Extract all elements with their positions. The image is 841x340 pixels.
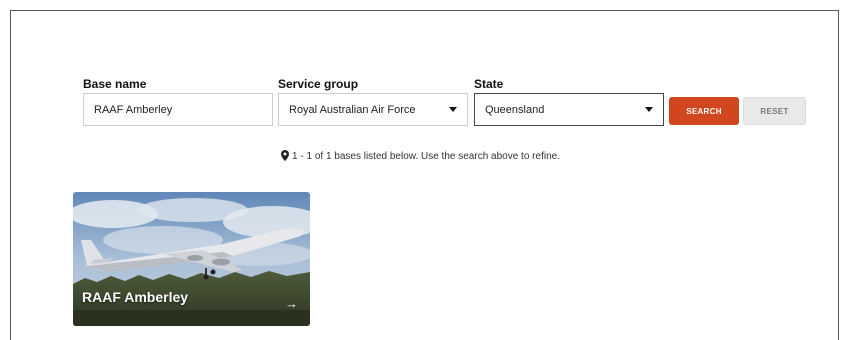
caret-down-icon (449, 107, 457, 112)
state-select[interactable]: Queensland (474, 93, 664, 126)
map-marker-icon (281, 150, 290, 161)
arrow-right-icon: → (285, 296, 298, 311)
state-value: Queensland (485, 103, 545, 116)
base-name-label: Base name (83, 77, 147, 91)
caret-down-icon (645, 107, 653, 112)
service-group-select[interactable]: Royal Australian Air Force (278, 93, 468, 126)
base-card[interactable]: RAAF Amberley → (73, 192, 310, 326)
base-name-input[interactable]: RAAF Amberley (83, 93, 273, 126)
reset-button[interactable]: RESET (743, 97, 806, 125)
base-name-value: RAAF Amberley (94, 103, 173, 116)
base-card-image (73, 192, 310, 326)
search-button[interactable]: SEARCH (669, 97, 739, 125)
service-group-label: Service group (278, 77, 359, 91)
results-status: 1 - 1 of 1 bases listed below. Use the s… (0, 150, 841, 162)
service-group-value: Royal Australian Air Force (289, 103, 416, 116)
base-card-title: RAAF Amberley (82, 289, 189, 305)
state-label: State (474, 77, 504, 91)
results-status-text: 1 - 1 of 1 bases listed below. Use the s… (292, 151, 560, 162)
